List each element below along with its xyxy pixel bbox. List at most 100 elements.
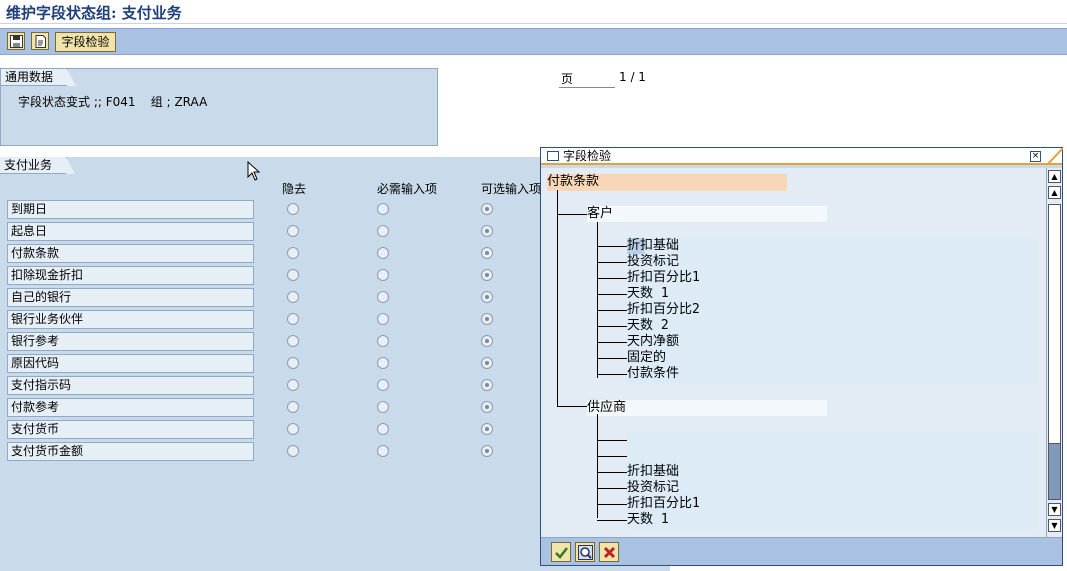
vertical-scrollbar[interactable]: ▲ ▲ ▼ ▼ [1046,168,1062,537]
radio-required[interactable] [377,247,389,259]
tree-line [597,488,627,489]
scroll-down-icon[interactable]: ▼ [1048,503,1061,516]
scroll-top-icon[interactable]: ▲ [1048,170,1061,183]
field-label: 原因代码 [7,354,254,373]
tree-child-node[interactable]: 投资标记 [627,480,679,496]
tree-line [597,440,627,441]
tree-child-node[interactable]: 折扣基础 [627,464,679,480]
column-optional: 可选输入项 [481,182,542,196]
radio-suppress[interactable] [287,357,299,369]
radio-required[interactable] [377,423,389,435]
popup-footer [541,537,1062,565]
tree-line [597,374,627,375]
tree-child-node[interactable]: 天内净额 [627,334,679,350]
corner-accent-icon [1047,148,1063,165]
tree-child-node[interactable]: 折扣百分比1 [627,270,700,286]
tree-line [557,214,587,215]
radio-required[interactable] [377,379,389,391]
window-icon [547,151,559,161]
tree-line [557,406,587,407]
radio-optional[interactable] [481,247,493,259]
tree-child-node[interactable]: 折扣百分比1 [627,496,700,512]
new-page-icon[interactable] [31,32,49,50]
radio-suppress[interactable] [287,379,299,391]
tree-line [597,456,627,457]
tree-child-node[interactable]: 投资标记 [627,254,679,270]
application-toolbar: 字段检验 [0,28,1067,55]
field-label: 付款参考 [7,398,254,417]
tree-child-node[interactable]: 付款条件 [627,366,679,382]
radio-required[interactable] [377,225,389,237]
column-suppress: 隐去 [282,182,307,196]
radio-optional[interactable] [481,291,493,303]
radio-suppress[interactable] [287,247,299,259]
radio-optional[interactable] [481,379,493,391]
save-icon[interactable] [7,32,25,50]
field-label: 扣除现金折扣 [7,266,254,285]
check-icon[interactable] [551,542,571,562]
page-number: 1 / 1 [619,70,646,84]
field-check-popup: 字段检验 × 付款条款 客户 供应商 折扣基础 投资标记 折扣百分比1 天数 1 折扣百… [540,147,1063,566]
field-check-button[interactable]: 字段检验 [55,32,116,52]
radio-optional[interactable] [481,335,493,347]
radio-optional[interactable] [481,423,493,435]
radio-optional[interactable] [481,203,493,215]
radio-suppress[interactable] [287,445,299,457]
radio-optional[interactable] [481,313,493,325]
radio-optional[interactable] [481,357,493,369]
field-label: 支付货币金额 [7,442,254,461]
radio-suppress[interactable] [287,335,299,347]
tree-child-node[interactable]: 天数 2 [627,318,669,334]
radio-required[interactable] [377,401,389,413]
tree-child-node[interactable]: 天数 1 [627,286,669,302]
tree-line [597,294,627,295]
title-bar: 维护字段状态组: 支付业务 [0,0,1067,24]
tree-child-node[interactable]: 折扣基础 [627,238,679,254]
radio-suppress[interactable] [287,291,299,303]
scroll-bottom-icon[interactable]: ▼ [1048,519,1061,532]
tree-vendor-node[interactable]: 供应商 [587,400,626,416]
radio-required[interactable] [377,445,389,457]
radio-suppress[interactable] [287,203,299,215]
radio-suppress[interactable] [287,269,299,281]
tree-child-node[interactable]: 折扣百分比2 [627,302,700,318]
scroll-up-icon[interactable]: ▲ [1048,186,1061,199]
mouse-cursor-icon [247,161,261,181]
scroll-thumb[interactable] [1048,443,1061,500]
field-label: 支付货币 [7,420,254,439]
tree-child-node[interactable]: 天数 1 [627,512,669,528]
vendor-children-highlight [627,432,1037,530]
radio-optional[interactable] [481,225,493,237]
close-icon[interactable]: × [1030,151,1041,162]
tree-line [597,358,627,359]
radio-suppress[interactable] [287,423,299,435]
field-label: 银行参考 [7,332,254,351]
radio-required[interactable] [377,291,389,303]
radio-optional[interactable] [481,269,493,281]
radio-required[interactable] [377,357,389,369]
radio-required[interactable] [377,335,389,347]
radio-suppress[interactable] [287,313,299,325]
tree-customer-node[interactable]: 客户 [587,206,613,222]
search-icon[interactable] [575,542,595,562]
field-label: 自己的银行 [7,288,254,307]
tree-child-node[interactable]: 固定的 [627,350,666,366]
field-label: 到期日 [7,200,254,219]
field-label: 起息日 [7,222,254,241]
tree-line [597,414,598,518]
radio-optional[interactable] [481,445,493,457]
field-tree[interactable]: 付款条款 客户 供应商 折扣基础 投资标记 折扣百分比1 天数 1 折扣百分比2 天数 2… [541,168,1046,537]
page-label: 页 [559,70,615,88]
field-status-variant-text: 字段状态变式 ;; F041 组 ; ZRAA [18,95,208,109]
radio-suppress[interactable] [287,401,299,413]
customer-highlight [587,206,827,222]
radio-required[interactable] [377,313,389,325]
popup-title-bar: 字段检验 × [541,148,1063,165]
radio-required[interactable] [377,203,389,215]
cancel-icon[interactable] [599,542,619,562]
radio-required[interactable] [377,269,389,281]
tree-root-node[interactable]: 付款条款 [547,174,599,190]
tree-line [597,326,627,327]
radio-optional[interactable] [481,401,493,413]
radio-suppress[interactable] [287,225,299,237]
